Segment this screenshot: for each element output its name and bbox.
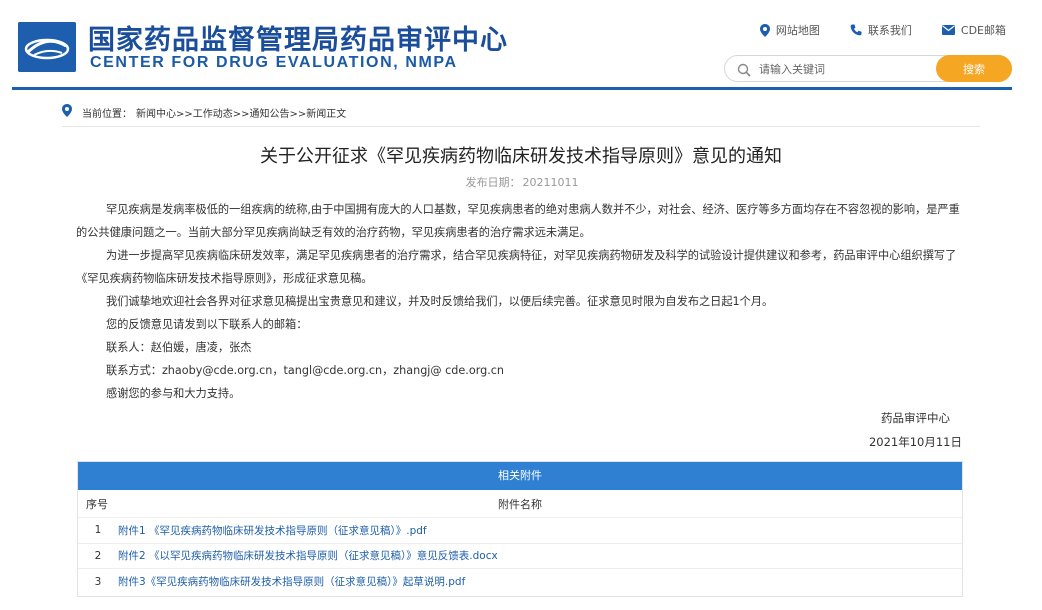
attachment-link[interactable]: 附件1 《罕见疾病药物临床研发技术指导原则（征求意见稿）》.pdf (118, 523, 427, 538)
signature-org: 药品审评中心 (881, 411, 950, 425)
publish-date-value: 20211011 (522, 176, 579, 189)
mail-icon (941, 25, 955, 35)
col-name-header: 附件名称 (498, 497, 542, 511)
search-input[interactable] (759, 60, 929, 78)
row-number: 1 (94, 524, 102, 537)
attachment-link[interactable]: 附件2 《以罕见疾病药物临床研发技术指导原则（征求意见稿）》意见反馈表.docx (118, 548, 498, 563)
search-icon (737, 62, 751, 81)
table-row: 1 附件1 《罕见疾病药物临床研发技术指导原则（征求意见稿）》.pdf (78, 518, 962, 544)
paragraph: 感谢您的参与和大力支持。 (106, 387, 241, 400)
site-title-en: CENTER FOR DRUG EVALUATION, NMPA (90, 54, 458, 71)
row-number: 2 (94, 549, 102, 562)
row-number: 3 (94, 575, 102, 588)
contact-persons: 联系人：赵伯媛，唐凌，张杰 (106, 341, 252, 354)
contact-link[interactable]: 联系我们 (850, 22, 912, 38)
signature-date: 2021年10月11日 (868, 435, 962, 449)
contact-label: 联系我们 (867, 24, 912, 37)
paragraph: 罕见疾病是发病率极低的一组疾病的统称,由于中国拥有庞大的人口基数，罕见疾病患者的… (76, 203, 960, 239)
breadcrumb-divider (62, 126, 980, 127)
sitemap-label: 网站地图 (775, 24, 820, 37)
breadcrumb-label: 当前位置： (82, 108, 132, 120)
table-row: 2 附件2 《以罕见疾病药物临床研发技术指导原则（征求意见稿）》意见反馈表.do… (78, 544, 962, 569)
sitemap-link[interactable]: 网站地图 (759, 22, 820, 38)
cde-logo[interactable] (18, 22, 76, 72)
site-title-cn: 国家药品监督管理局药品审评中心 (88, 25, 508, 56)
breadcrumb-path[interactable]: 新闻中心>>工作动态>>通知公告>>新闻正文 (136, 105, 346, 120)
attachments-panel: 相关附件 序号 附件名称 1 附件1 《罕见疾病药物临床研发技术指导原则（征求意… (77, 461, 963, 597)
col-number-header: 序号 (86, 497, 108, 511)
site-header: 国家药品监督管理局药品审评中心 CENTER FOR DRUG EVALUATI… (0, 0, 1042, 88)
mail-link[interactable]: CDE邮箱 (941, 22, 1006, 38)
publish-date: 发布日期： 20211011 (0, 174, 1042, 190)
header-divider (12, 87, 1012, 90)
attachments-header-row: 序号 附件名称 (78, 490, 962, 518)
top-links: 网站地图 联系我们 CDE邮箱 (759, 22, 1006, 38)
contact-emails: 联系方式：zhaoby@cde.org.cn，tangl@cde.org.cn，… (106, 364, 504, 377)
table-row: 3 附件3《罕见疾病药物临床研发技术指导原则（征求意见稿）》起草说明.pdf (78, 569, 962, 595)
attachments-heading: 相关附件 (78, 462, 962, 490)
map-pin-icon (759, 23, 770, 37)
search-button[interactable]: 搜索 (936, 55, 1012, 82)
article-body: 罕见疾病是发病率极低的一组疾病的统称,由于中国拥有庞大的人口基数，罕见疾病患者的… (76, 198, 966, 405)
location-pin-icon (62, 104, 72, 120)
publish-date-label: 发布日期： (465, 176, 521, 189)
attachment-link[interactable]: 附件3《罕见疾病药物临床研发技术指导原则（征求意见稿）》起草说明.pdf (118, 574, 465, 589)
phone-icon (850, 24, 862, 36)
paragraph: 您的反馈意见请发到以下联系人的邮箱： (106, 318, 308, 331)
mail-label: CDE邮箱 (960, 24, 1006, 37)
article-title: 关于公开征求《罕见疾病药物临床研发技术指导原则》意见的通知 (260, 146, 782, 167)
search-box: 搜索 (724, 55, 1012, 82)
paragraph: 为进一步提高罕见疾病临床研发效率，满足罕见疾病患者的治疗需求，结合罕见疾病特征，… (76, 249, 957, 285)
paragraph: 我们诚挚地欢迎社会各界对征求意见稿提出宝贵意见和建议，并及时反馈给我们，以便后续… (106, 295, 774, 308)
breadcrumb: 当前位置： 新闻中心>>工作动态>>通知公告>>新闻正文 (62, 104, 346, 120)
